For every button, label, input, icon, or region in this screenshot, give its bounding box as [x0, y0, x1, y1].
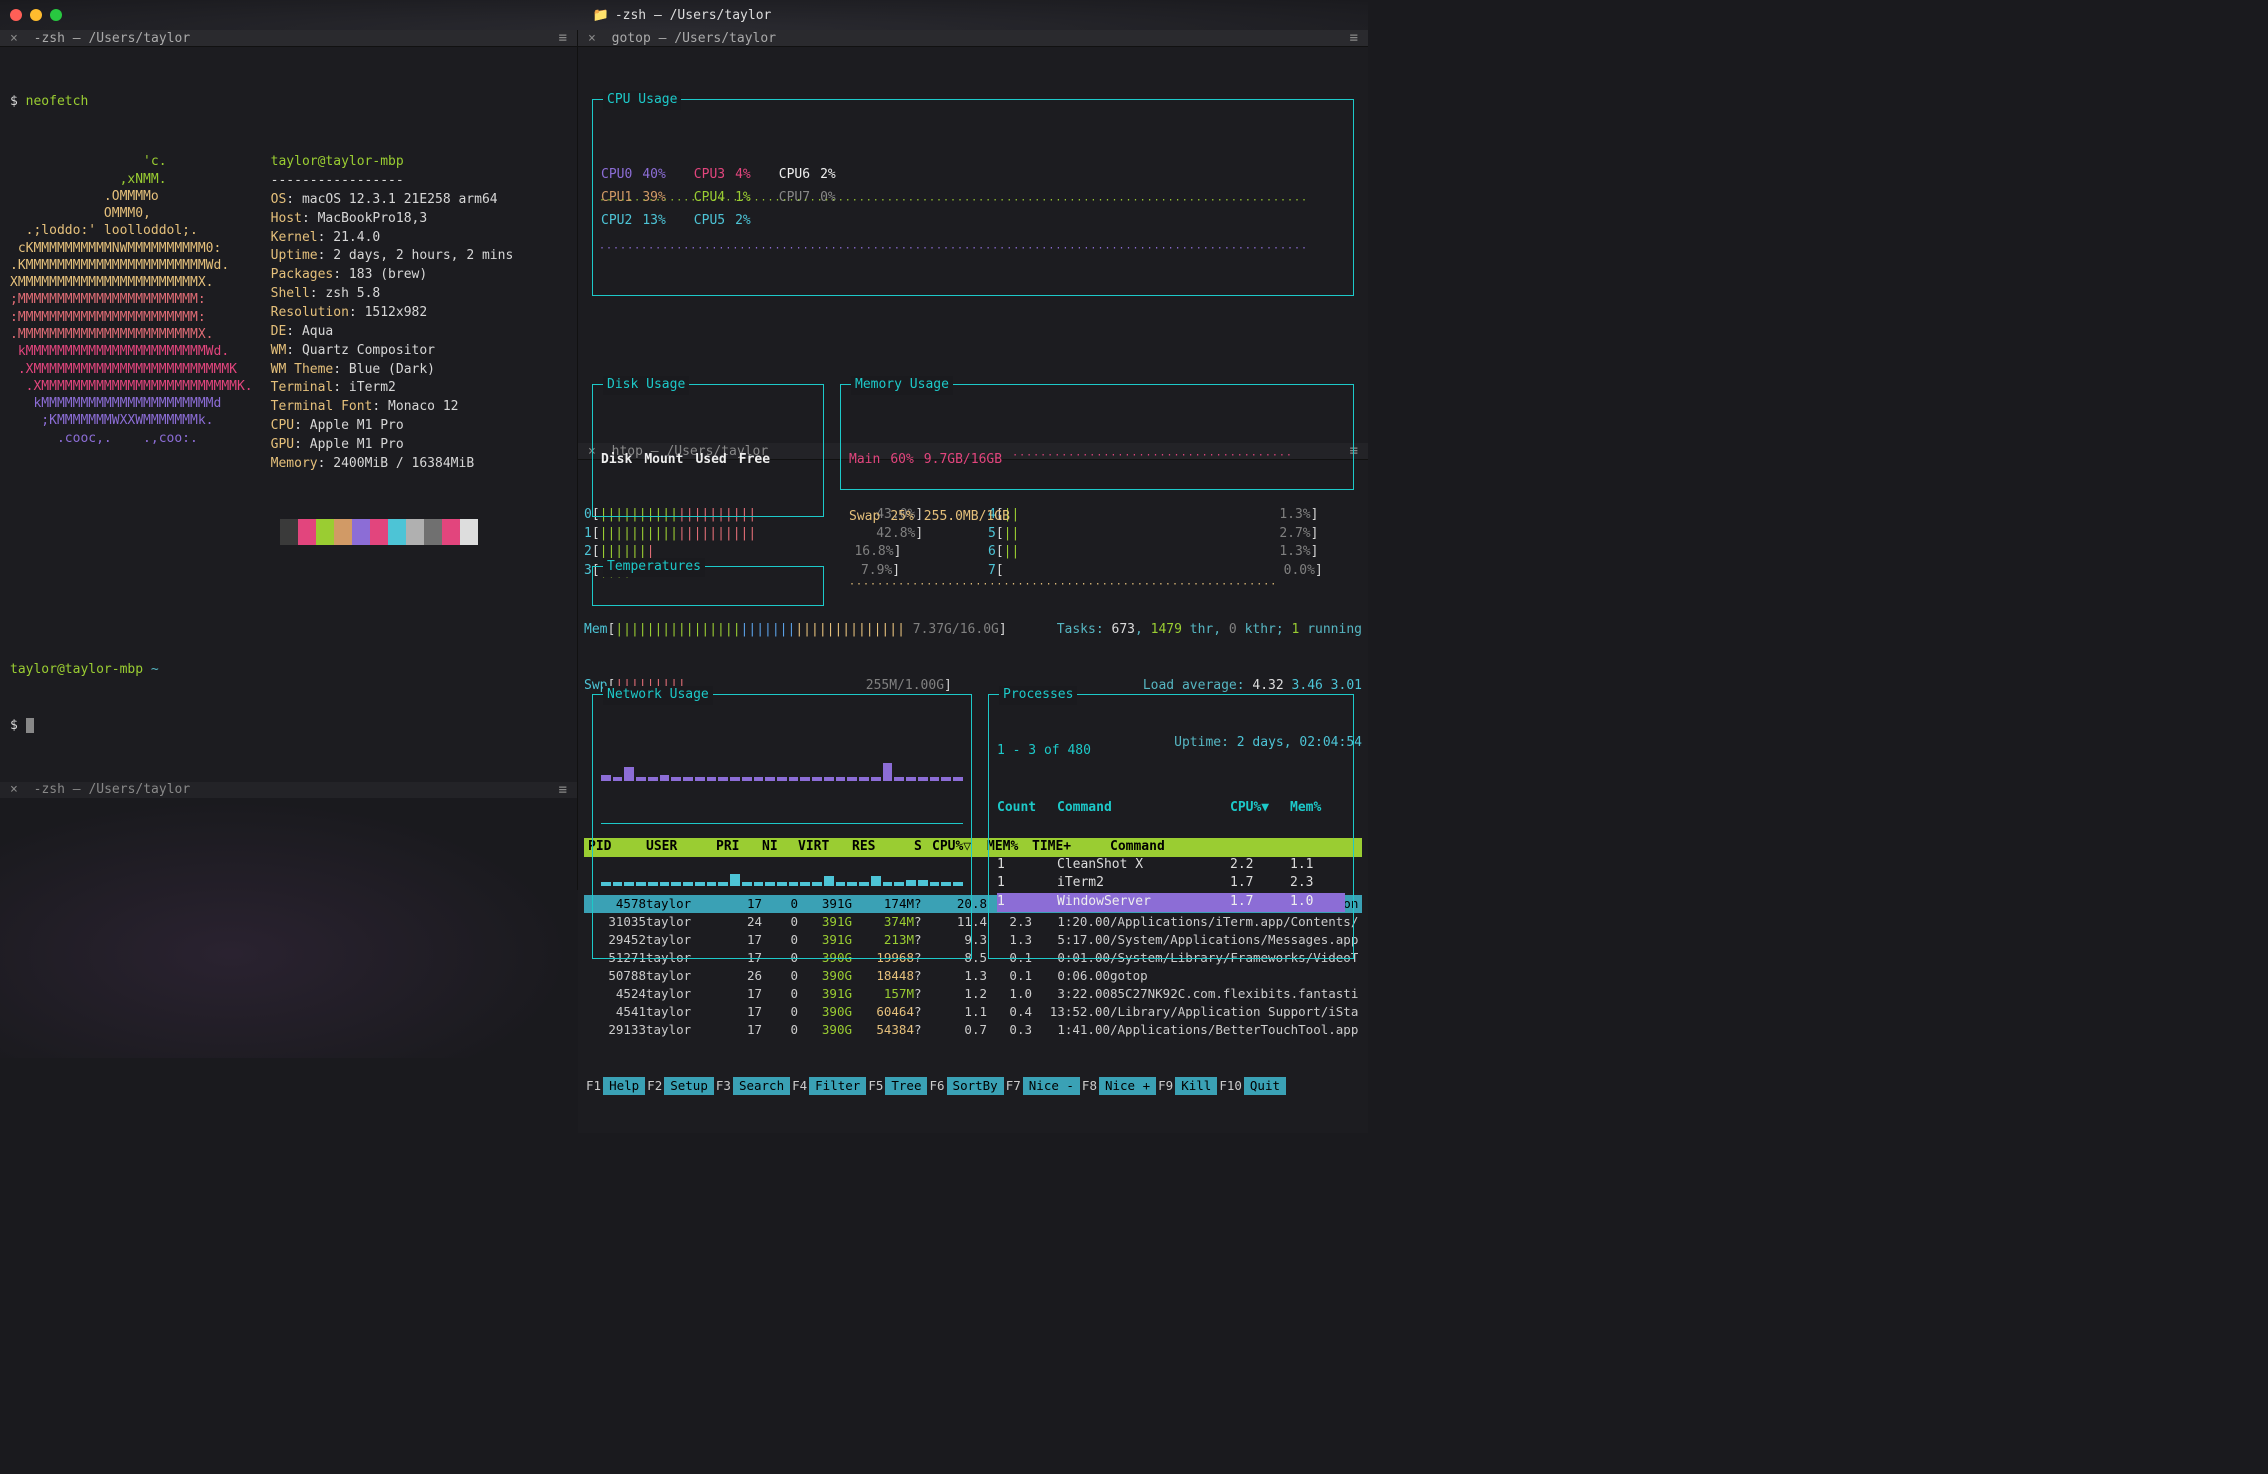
fkey-help[interactable]: F1Help: [584, 1077, 645, 1095]
terminal-left[interactable]: $ neofetch 'c. ,xNMM. .OMMMMo OMMM0, .;l…: [0, 47, 577, 782]
close-icon[interactable]: [10, 9, 22, 21]
command-input: neofetch: [26, 94, 89, 109]
tab-bar-left-top: × -zsh — /Users/taylor ≡: [0, 30, 577, 47]
system-info: taylor@taylor-mbp-----------------OS: ma…: [271, 153, 514, 473]
htop-row[interactable]: 50788taylor260390G18448?1.30.10:06.00got…: [584, 967, 1362, 985]
close-icon[interactable]: ×: [588, 31, 596, 46]
network-usage-box: Network Usage: [592, 694, 972, 959]
fkey-kill[interactable]: F9Kill: [1156, 1077, 1217, 1095]
memory-usage-box: Memory Usage Main 60% 9.7GB/16GB ·······…: [840, 384, 1354, 490]
traffic-lights: [10, 9, 62, 21]
terminal-gotop[interactable]: CPU Usage CPU040%CPU139%CPU213%CPU34%CPU…: [578, 47, 1368, 443]
menu-icon[interactable]: ≡: [559, 782, 567, 798]
color-palette: [280, 519, 567, 545]
fkey-search[interactable]: F3Search: [714, 1077, 790, 1095]
menu-icon[interactable]: ≡: [1350, 30, 1358, 46]
empty-terminal[interactable]: [0, 798, 577, 1058]
htop-row[interactable]: 29133taylor170390G54384?0.70.31:41.00/Ap…: [584, 1021, 1362, 1039]
process-row[interactable]: 1CleanShot X2.21.1: [997, 856, 1345, 875]
maximize-icon[interactable]: [50, 9, 62, 21]
tab-title[interactable]: -zsh — /Users/taylor: [34, 31, 191, 46]
close-icon[interactable]: ×: [10, 782, 18, 797]
temperatures-box: Temperatures: [592, 566, 824, 606]
fkey-filter[interactable]: F4Filter: [790, 1077, 866, 1095]
close-icon[interactable]: ×: [10, 31, 18, 46]
tab-bar-gotop: × gotop — /Users/taylor ≡: [578, 30, 1368, 47]
process-row[interactable]: 1iTerm21.72.3: [997, 874, 1345, 893]
tab-title[interactable]: gotop — /Users/taylor: [612, 31, 776, 46]
prompt-path: ~: [151, 662, 159, 677]
cursor: [26, 718, 34, 733]
fkey-sortby[interactable]: F6SortBy: [927, 1077, 1003, 1095]
fkey-nice +[interactable]: F8Nice +: [1080, 1077, 1156, 1095]
process-row[interactable]: 1WindowServer1.71.0: [997, 893, 1345, 912]
cpu-usage-box: CPU Usage CPU040%CPU139%CPU213%CPU34%CPU…: [592, 99, 1354, 297]
proc-count: 1 - 3 of 480: [997, 742, 1091, 761]
processes-box: Processes 1 - 3 of 480 CountCommandCPU%▼…: [988, 694, 1354, 959]
menu-icon[interactable]: ≡: [559, 30, 567, 46]
minimize-icon[interactable]: [30, 9, 42, 21]
folder-icon: 📁: [593, 8, 609, 23]
fkeys-bar[interactable]: F1HelpF2SetupF3SearchF4FilterF5TreeF6Sor…: [584, 1077, 1362, 1095]
tab-bar-left-bottom: × -zsh — /Users/taylor ≡: [0, 782, 577, 798]
fkey-setup[interactable]: F2Setup: [645, 1077, 714, 1095]
prompt-user: taylor@taylor-mbp: [10, 662, 143, 677]
fkey-quit[interactable]: F10Quit: [1217, 1077, 1286, 1095]
window-titlebar: 📁 -zsh — /Users/taylor: [0, 0, 1368, 30]
ascii-logo: 'c. ,xNMM. .OMMMMo OMMM0, .;loddo:' lool…: [10, 153, 253, 473]
window-title: -zsh — /Users/taylor: [615, 8, 772, 23]
htop-row[interactable]: 4541taylor170390G60464?1.10.413:52.00/Li…: [584, 1003, 1362, 1021]
fkey-tree[interactable]: F5Tree: [866, 1077, 927, 1095]
tab-title[interactable]: -zsh — /Users/taylor: [34, 782, 191, 797]
fkey-nice -[interactable]: F7Nice -: [1004, 1077, 1080, 1095]
htop-row[interactable]: 4524taylor170391G157M?1.21.03:22.0085C27…: [584, 985, 1362, 1003]
disk-usage-box: Disk Usage DiskMountUsedFree: [592, 384, 824, 517]
